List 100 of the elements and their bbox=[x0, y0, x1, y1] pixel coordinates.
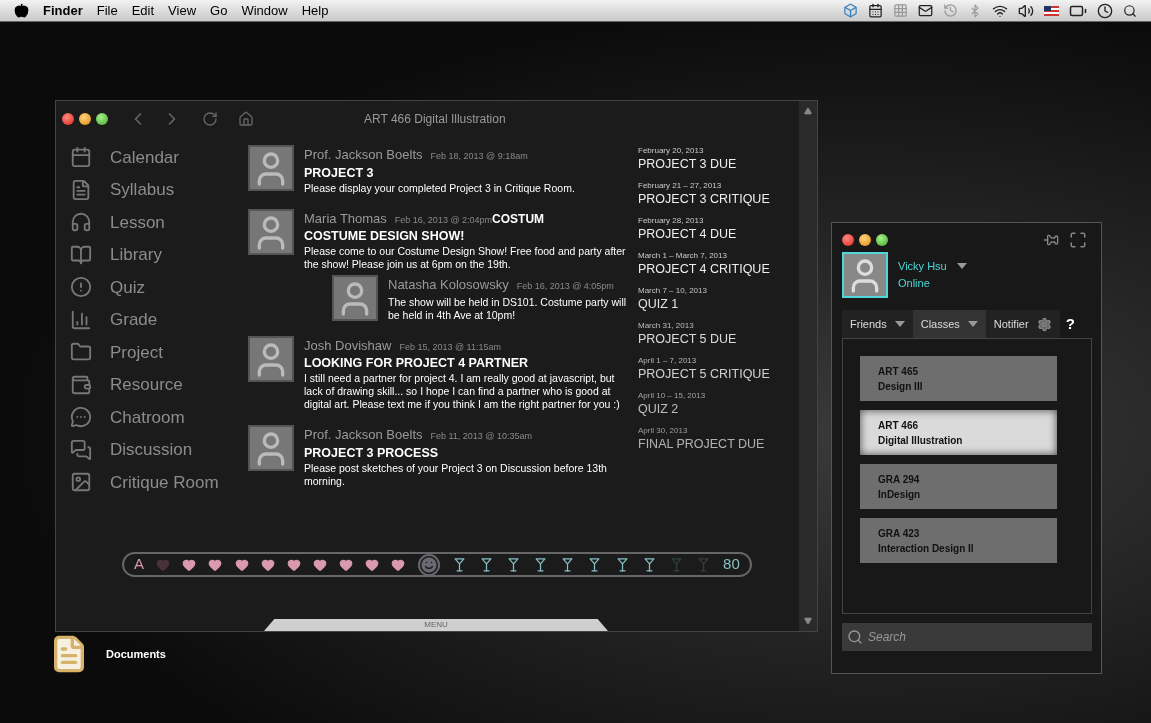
dropdown-caret-icon bbox=[967, 321, 978, 327]
desktop-icon-label[interactable]: Documents bbox=[106, 645, 166, 663]
gear-icon bbox=[1036, 316, 1052, 332]
schedule-date: April 10 – 15, 2013 bbox=[638, 390, 707, 402]
close-button[interactable] bbox=[62, 113, 74, 125]
author-name[interactable]: Maria Thomas bbox=[304, 208, 387, 228]
post-time: Feb 11, 2013 @ 10:35am bbox=[430, 430, 533, 443]
panel-tab[interactable]: Friends bbox=[842, 310, 913, 338]
minimize-button[interactable] bbox=[79, 113, 91, 125]
flag-icon[interactable] bbox=[1044, 5, 1059, 16]
menu-item[interactable]: File bbox=[96, 0, 118, 21]
schedule-date: March 31, 2013 bbox=[638, 320, 695, 332]
author-name[interactable]: Natasha Kolosowsky bbox=[388, 275, 509, 295]
class-card[interactable]: GRA 423 Interaction Design II bbox=[860, 518, 1057, 563]
apple-logo-icon[interactable] bbox=[14, 3, 29, 18]
scroll-down-icon[interactable] bbox=[803, 617, 813, 625]
post-time: Feb 15, 2013 @ 11:15am bbox=[399, 340, 501, 354]
dropdown-caret-icon bbox=[894, 321, 905, 327]
sidebar-item[interactable]: Resource bbox=[70, 368, 248, 401]
exclamation-icon bbox=[70, 276, 92, 299]
sidebar-item[interactable]: Calendar bbox=[70, 141, 248, 174]
zoom-button[interactable] bbox=[96, 113, 108, 125]
menu-item[interactable]: Window bbox=[241, 0, 288, 21]
class-card[interactable]: GRA 294 InDesign bbox=[860, 464, 1057, 509]
class-card[interactable]: ART 466 Digital Illustration bbox=[860, 410, 1057, 455]
author-name[interactable]: Prof. Jackson Boelts bbox=[304, 425, 423, 445]
pin-icon[interactable] bbox=[1043, 232, 1059, 248]
author-name[interactable]: Prof. Jackson Boelts bbox=[304, 145, 423, 165]
picture-icon bbox=[70, 471, 92, 494]
search-icon bbox=[847, 629, 863, 645]
zoom-button[interactable] bbox=[876, 234, 888, 246]
sidebar-item[interactable]: Grade bbox=[70, 303, 248, 336]
post-title: COSTUME DESIGN SHOW! bbox=[304, 228, 466, 244]
fullscreen-icon[interactable] bbox=[1069, 231, 1087, 249]
post-title: PROJECT 3 PROCESS bbox=[304, 444, 440, 461]
schedule-event: PROJECT 5 CRITIQUE bbox=[638, 367, 771, 382]
help-button[interactable]: ? bbox=[1065, 312, 1075, 336]
close-button[interactable] bbox=[842, 234, 854, 246]
search-field[interactable]: Search bbox=[842, 623, 1092, 651]
class-card[interactable]: ART 465 Design III bbox=[860, 356, 1057, 401]
schedule-date: April 1 – 7, 2013 bbox=[638, 355, 698, 367]
box-icon[interactable] bbox=[843, 3, 858, 18]
clock-icon[interactable] bbox=[1097, 2, 1113, 19]
menu-app-name[interactable]: Finder bbox=[43, 0, 83, 21]
home-icon[interactable] bbox=[238, 111, 254, 127]
menu-tab[interactable]: MENU bbox=[264, 619, 608, 631]
chat-bubble-icon bbox=[70, 406, 92, 429]
headphones-icon bbox=[70, 211, 92, 234]
sidebar-item[interactable]: Library bbox=[70, 238, 248, 271]
search-icon[interactable] bbox=[1123, 3, 1137, 18]
schedule-event: PROJECT 5 DUE bbox=[638, 332, 738, 347]
sidebar-item[interactable]: Quiz bbox=[70, 271, 248, 304]
post-title-overflow: COSTUM bbox=[492, 210, 545, 228]
volume-icon[interactable] bbox=[1018, 2, 1034, 19]
post-time: Feb 18, 2013 @ 9:18am bbox=[430, 150, 528, 163]
menu-item[interactable]: View bbox=[168, 0, 197, 21]
calendar-icon[interactable] bbox=[868, 3, 883, 18]
document-icon bbox=[70, 178, 92, 201]
scrollbar[interactable] bbox=[799, 101, 817, 631]
speech-bubbles-icon bbox=[70, 438, 92, 461]
schedule-date: February 20, 2013 bbox=[638, 145, 705, 157]
sidebar-item[interactable]: Discussion bbox=[70, 433, 248, 466]
menu-item[interactable]: Go bbox=[210, 0, 228, 21]
dropdown-caret-icon[interactable] bbox=[956, 263, 967, 270]
mail-icon[interactable] bbox=[918, 3, 933, 18]
schedule-event: FINAL PROJECT DUE bbox=[638, 437, 766, 452]
post-body: The show will be held in DS101. Costume party will be held in 4th Ave at 10pm! bbox=[388, 295, 628, 322]
menu-item[interactable]: Help bbox=[301, 0, 329, 21]
post-title: PROJECT 3 bbox=[304, 164, 375, 181]
scroll-up-icon[interactable] bbox=[803, 107, 813, 115]
schedule-event: QUIZ 2 bbox=[638, 402, 680, 417]
schedule-event: PROJECT 4 DUE bbox=[638, 227, 738, 242]
post-title: LOOKING FOR PROJECT 4 PARTNER bbox=[304, 355, 530, 371]
minimize-button[interactable] bbox=[859, 234, 871, 246]
sidebar-item[interactable]: Lesson bbox=[70, 206, 248, 239]
grade-letter: A bbox=[134, 554, 144, 575]
author-name[interactable]: Josh Dovishaw bbox=[304, 335, 392, 355]
refresh-icon[interactable] bbox=[202, 111, 218, 127]
panel-tab[interactable]: Notifier bbox=[985, 310, 1060, 338]
post-time: Feb 16, 2013 @ 2:04pm bbox=[394, 213, 493, 227]
sidebar-item[interactable]: Syllabus bbox=[70, 173, 248, 206]
sidebar-item[interactable]: Project bbox=[70, 336, 248, 369]
user-name[interactable]: Vicky Hsu bbox=[898, 258, 947, 275]
post-body: Please come to our Costume Design Show! Free food and party after the show! Please join us at 6pm on the 19th. bbox=[304, 245, 627, 271]
score-value: 80 bbox=[723, 554, 740, 575]
bar-chart-icon bbox=[70, 308, 92, 331]
schedule-date: March 7 – 10, 2013 bbox=[638, 285, 708, 297]
schedule-event: PROJECT 4 CRITIQUE bbox=[638, 262, 771, 277]
post-body: Please post sketches of your Project 3 on Discussion before 13th morning. bbox=[304, 461, 608, 488]
sidebar-item[interactable]: Critique Room bbox=[70, 466, 248, 499]
calendar-icon bbox=[70, 146, 92, 169]
sidebar-item[interactable]: Chatroom bbox=[70, 401, 248, 434]
menu-item[interactable]: Edit bbox=[131, 0, 155, 21]
window-title: ART 466 Digital Illustration bbox=[364, 111, 506, 128]
schedule-event: PROJECT 3 DUE bbox=[638, 157, 738, 172]
schedule-event: PROJECT 3 CRITIQUE bbox=[638, 192, 771, 207]
wallet-icon bbox=[70, 373, 92, 396]
post-body: I still need a partner for project 4. I am really good at javascript, but lack of drawing skill... so I hope I can find a partner who is good at digital art. Please text me if you think I am the right partner for you :) bbox=[304, 372, 621, 411]
user-status: Online bbox=[898, 275, 931, 291]
panel-tab[interactable]: Classes bbox=[912, 310, 986, 338]
